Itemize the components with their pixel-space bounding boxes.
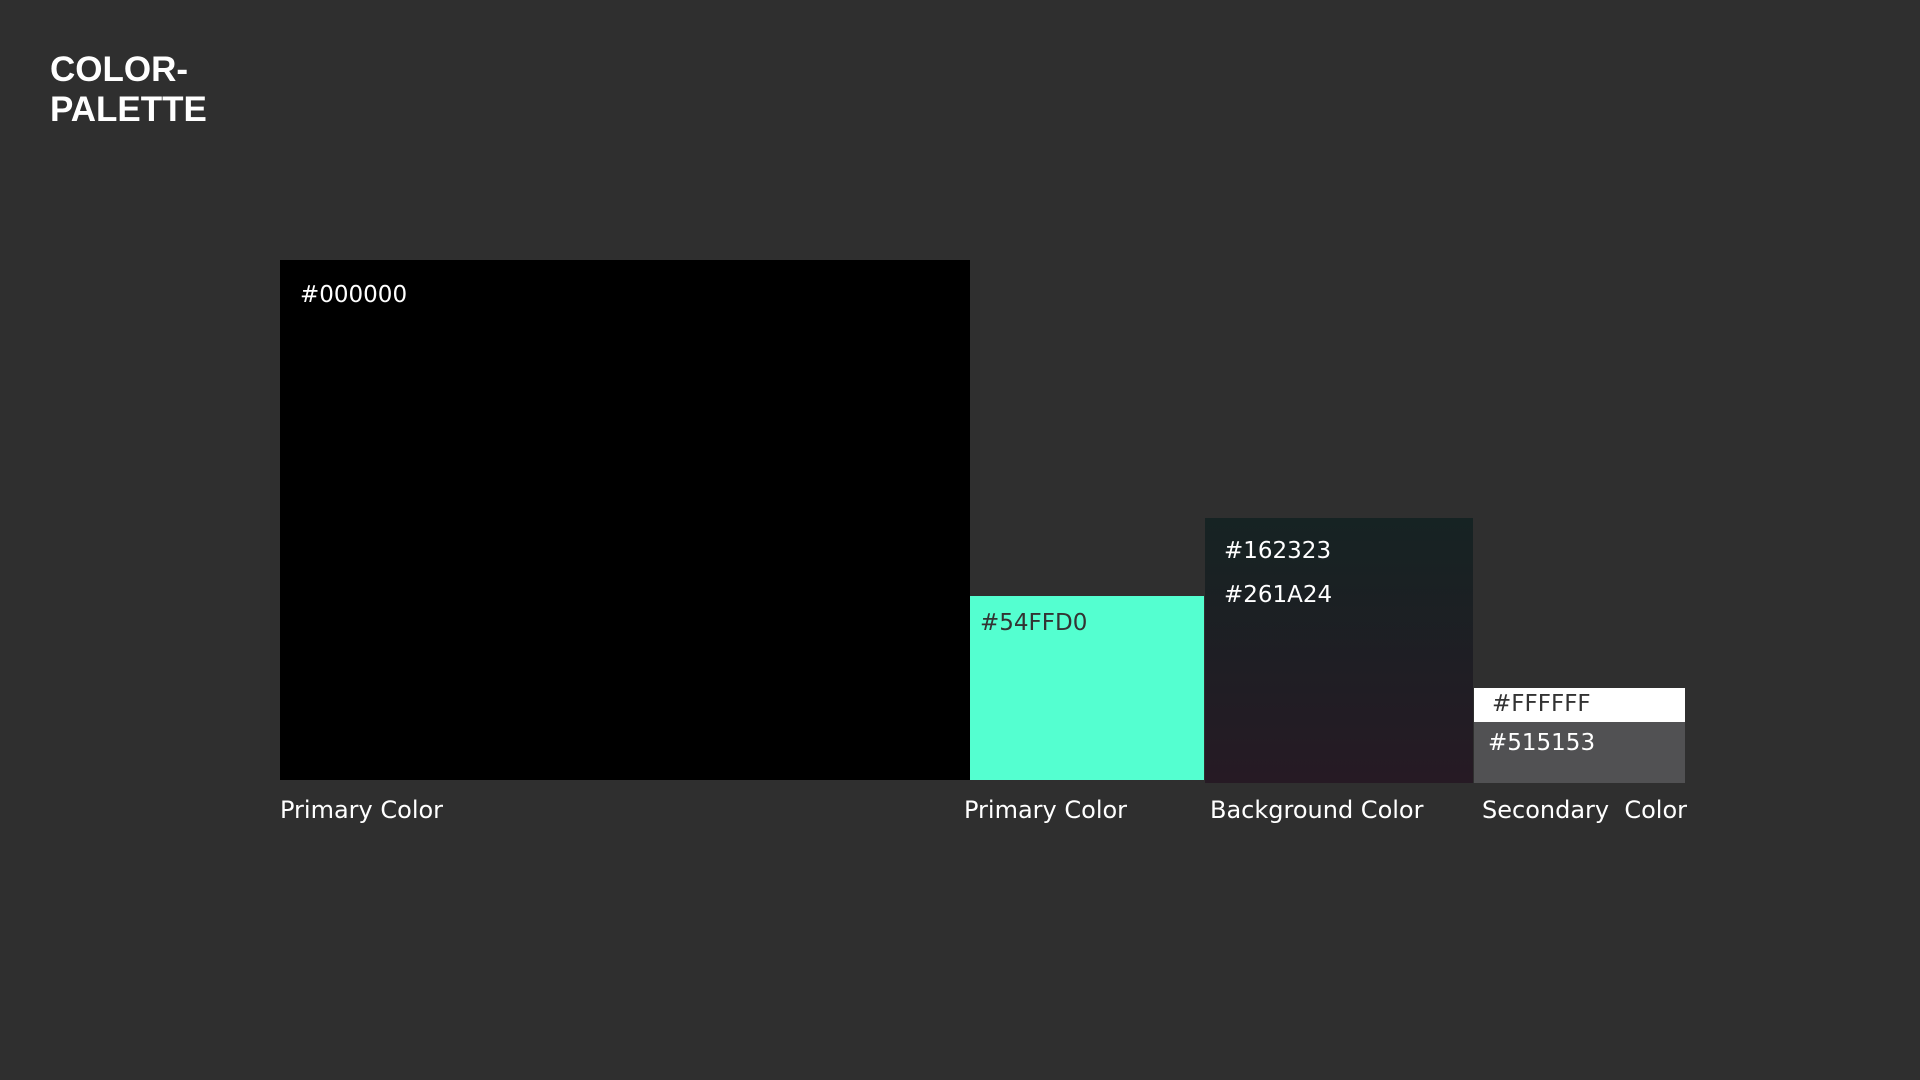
swatch-label-primary-1: Primary Color (280, 796, 444, 824)
hex-code-black: #000000 (300, 282, 408, 308)
hex-code-white: #FFFFFF (1492, 691, 1591, 717)
page-title: COLOR- PALETTE (50, 50, 350, 130)
swatch-label-secondary: Secondary Color (1482, 796, 1688, 824)
hex-code-mint: #54FFD0 (980, 610, 1088, 636)
hex-code-background-top: #162323 (1224, 538, 1332, 564)
hex-code-background-bottom: #261A24 (1224, 582, 1333, 608)
hex-code-grey: #515153 (1488, 730, 1596, 756)
swatch-primary-black (280, 260, 970, 780)
title-line-2: PALETTE (50, 90, 207, 129)
swatch-label-background: Background Color (1210, 796, 1424, 824)
swatch-label-primary-2: Primary Color (964, 796, 1128, 824)
title-line-1: COLOR- (50, 50, 189, 89)
